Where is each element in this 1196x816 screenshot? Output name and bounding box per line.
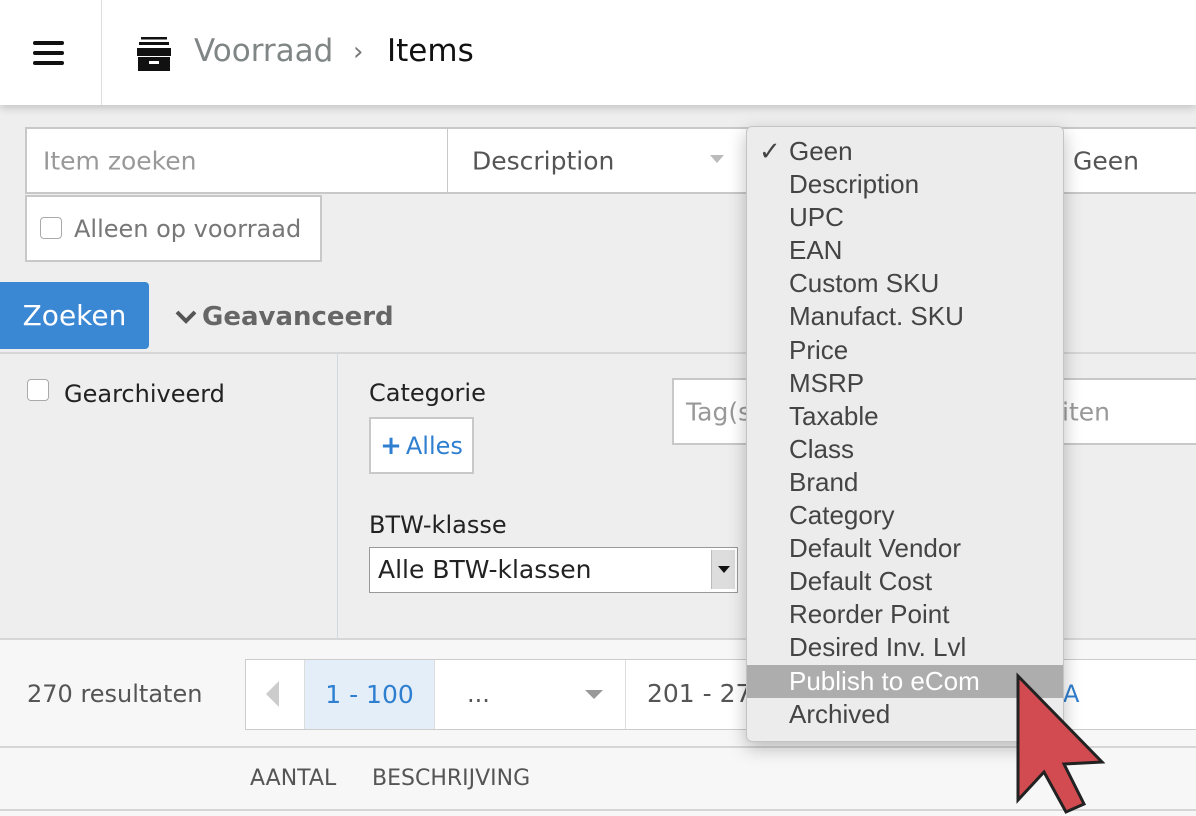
dropdown-option-label: Reorder Point: [789, 599, 950, 630]
dropdown-option[interactable]: Description: [747, 168, 1063, 201]
dropdown-option-label: Archived: [789, 698, 891, 729]
in-stock-filter[interactable]: Alleen op voorraad: [25, 195, 322, 262]
chevron-down-icon: [711, 550, 735, 589]
chevron-left-icon: [266, 681, 279, 707]
page-ellipsis-select[interactable]: ...: [435, 660, 626, 729]
dropdown-option-label: Description: [789, 169, 920, 200]
category-all-button[interactable]: + Alles: [369, 417, 474, 474]
dropdown-option-label: Publish to eCom: [789, 665, 980, 696]
checkmark-icon: ✓: [759, 136, 781, 166]
tax-class-label: BTW-klasse: [369, 511, 507, 539]
field-dropdown-menu: ✓ Geen Description UPC EAN Custom SKU Manufact…: [746, 126, 1064, 742]
dropdown-option[interactable]: Default Vendor: [747, 532, 1063, 565]
dropdown-option[interactable]: Taxable: [747, 400, 1063, 433]
dropdown-option-label: Category: [789, 500, 895, 531]
dropdown-option[interactable]: EAN: [747, 234, 1063, 267]
archived-checkbox[interactable]: [27, 379, 49, 401]
select-value: Geen: [1073, 146, 1139, 175]
dropdown-option-label: Class: [789, 433, 855, 464]
column-header-beschrijving[interactable]: BESCHRIJVING: [372, 766, 530, 791]
dropdown-option-label: Manufact. SKU: [789, 301, 964, 332]
dropdown-option-label: MSRP: [789, 367, 865, 398]
plus-icon: +: [380, 430, 402, 461]
tags-placeholder: Tag(s: [686, 397, 752, 426]
category-button-label: Alles: [405, 431, 463, 460]
chevron-down-icon: [585, 690, 603, 708]
dropdown-option[interactable]: Desired Inv. Lvl: [747, 631, 1063, 664]
search-placeholder: Item zoeken: [43, 146, 197, 175]
in-stock-checkbox[interactable]: [40, 217, 62, 239]
breadcrumb-parent[interactable]: Voorraad: [194, 33, 333, 69]
dropdown-option[interactable]: Class: [747, 433, 1063, 466]
prev-page-button[interactable]: [246, 660, 305, 729]
chevron-down-icon: [710, 155, 724, 170]
second-field-select[interactable]: Geen: [1055, 127, 1196, 194]
dropdown-option[interactable]: Price: [747, 334, 1063, 367]
dropdown-option[interactable]: Reorder Point: [747, 598, 1063, 631]
dropdown-option[interactable]: Custom SKU: [747, 267, 1063, 300]
page-title: Items: [387, 33, 474, 69]
mouse-cursor-icon: [1016, 672, 1106, 814]
archive-box-icon: [137, 37, 171, 71]
select-value: Description: [472, 146, 615, 175]
hamburger-menu-icon[interactable]: [33, 41, 64, 65]
top-bar: Voorraad › Items: [0, 0, 1196, 105]
search-field-select[interactable]: Description: [447, 127, 757, 194]
dropdown-option-label: Taxable: [789, 400, 879, 431]
advanced-toggle[interactable]: Geavanceerd: [174, 302, 394, 332]
dropdown-option[interactable]: Manufact. SKU: [747, 300, 1063, 333]
dropdown-option-label: Custom SKU: [789, 268, 940, 299]
archived-label: Gearchiveerd: [64, 380, 225, 408]
dropdown-option[interactable]: ✓ Geen: [747, 135, 1063, 168]
dropdown-option[interactable]: Default Cost: [747, 565, 1063, 598]
column-header-aantal[interactable]: AANTAL: [250, 766, 336, 791]
ellipsis: ...: [467, 680, 490, 708]
in-stock-label: Alleen op voorraad: [74, 215, 302, 243]
dropdown-option[interactable]: MSRP: [747, 367, 1063, 400]
advanced-label: Geavanceerd: [202, 302, 394, 332]
dropdown-option[interactable]: Brand: [747, 466, 1063, 499]
tags-placeholder-end: iten: [1062, 397, 1110, 426]
search-input[interactable]: Item zoeken: [25, 127, 449, 194]
dropdown-option-label: Geen: [789, 136, 853, 166]
results-count: 270 resultaten: [27, 680, 203, 708]
select-value: Alle BTW-klassen: [378, 555, 592, 584]
dropdown-option-label: UPC: [789, 202, 844, 233]
category-label: Categorie: [369, 379, 486, 407]
breadcrumb-separator: ›: [353, 37, 364, 67]
dropdown-option-label: Desired Inv. Lvl: [789, 632, 967, 663]
dropdown-option-label: Default Cost: [789, 566, 933, 597]
divider: [101, 0, 102, 105]
dropdown-option-label: EAN: [789, 235, 843, 266]
dropdown-option-label: Default Vendor: [789, 533, 962, 564]
dropdown-option-label: Price: [789, 334, 849, 365]
search-button[interactable]: Zoeken: [0, 282, 149, 349]
page-1-100[interactable]: 1 - 100: [305, 660, 435, 729]
dropdown-option-label: Brand: [789, 466, 859, 497]
tax-class-select[interactable]: Alle BTW-klassen: [369, 547, 738, 593]
dropdown-option[interactable]: Category: [747, 499, 1063, 532]
chevron-down-icon: [175, 310, 197, 324]
divider: [337, 354, 338, 638]
dropdown-option[interactable]: UPC: [747, 201, 1063, 234]
